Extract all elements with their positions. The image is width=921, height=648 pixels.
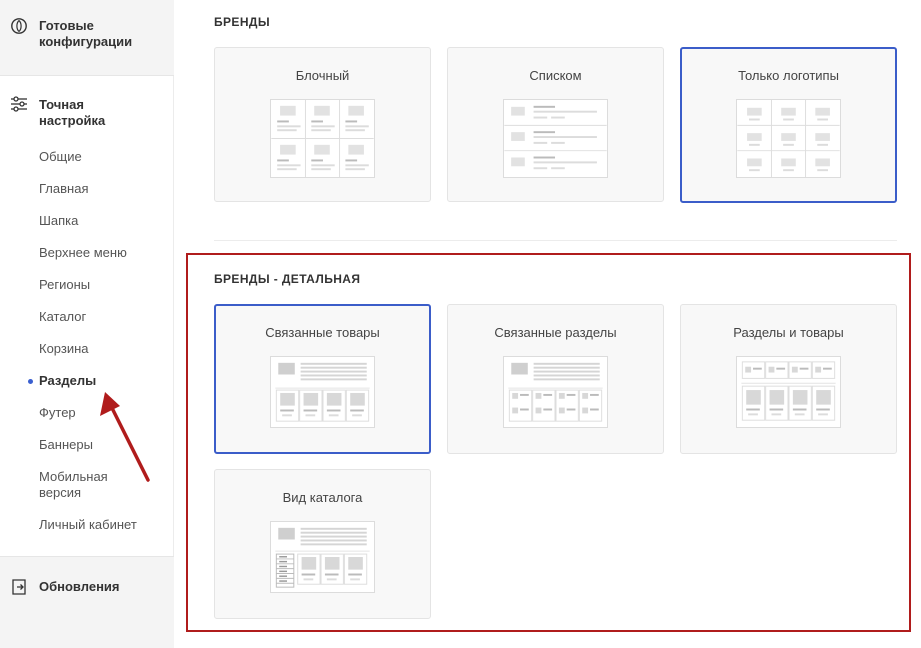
sidebar-item-general[interactable]: Общие [39,149,82,165]
updates-label: Обновления [39,579,120,594]
sidebar-item-top-menu[interactable]: Верхнее меню [39,245,127,261]
sidebar-item-catalog[interactable]: Каталог [39,309,86,325]
brands-detail-option-related-sections[interactable]: Связанные разделы [447,304,664,454]
brands-option-block[interactable]: Блочный [214,47,431,202]
sidebar-item-main[interactable]: Главная [39,181,88,197]
grid-layout-icon [270,99,375,178]
sidebar-item-regions[interactable]: Регионы [39,277,90,293]
brands-section-title: БРЕНДЫ [214,15,270,29]
section-divider [214,240,897,241]
option-label: Блочный [295,68,350,83]
sidebar-item-banners[interactable]: Баннеры [39,437,93,453]
option-label: Вид каталога [282,490,363,505]
list-layout-icon [503,99,608,178]
catalog-view-icon [270,521,375,593]
option-label: Разделы и товары [733,325,844,340]
sliders-icon [11,96,27,112]
active-indicator-dot [28,379,33,384]
option-label: Только логотипы [738,68,839,83]
related-products-icon [270,356,375,428]
ready-configs-label: Готовые конфигурации [39,18,133,49]
sidebar: Готовые конфигурации Точная настройка Об… [0,0,174,648]
sidebar-item-header[interactable]: Шапка [39,213,78,229]
brands-detail-option-catalog-view[interactable]: Вид каталога [214,469,431,619]
sidebar-item-footer[interactable]: Футер [39,405,76,421]
sidebar-item-sections[interactable]: Разделы [39,373,96,389]
brands-detail-option-sections-and-products[interactable]: Разделы и товары [680,304,897,454]
configurations-icon [11,18,27,34]
annotation-arrow-icon [100,392,150,482]
fine-tuning-label[interactable]: Точная настройка [39,97,129,129]
option-label: Связанные товары [265,325,380,340]
ready-configs-block[interactable]: Готовые конфигурации [0,0,174,76]
update-icon [12,579,26,595]
brands-option-logos[interactable]: Только логотипы [680,47,897,203]
sidebar-item-account[interactable]: Личный кабинет [39,517,137,533]
option-label: Списком [529,68,582,83]
option-label: Связанные разделы [494,325,617,340]
logos-layout-icon [736,99,841,178]
brands-option-list[interactable]: Списком [447,47,664,202]
related-sections-icon [503,356,608,428]
sections-and-products-icon [736,356,841,428]
brands-detail-option-related-products[interactable]: Связанные товары [214,304,431,454]
sidebar-item-cart[interactable]: Корзина [39,341,89,357]
brands-detail-section-title: БРЕНДЫ - ДЕТАЛЬНАЯ [214,272,361,286]
updates-block[interactable]: Обновления [0,556,174,648]
